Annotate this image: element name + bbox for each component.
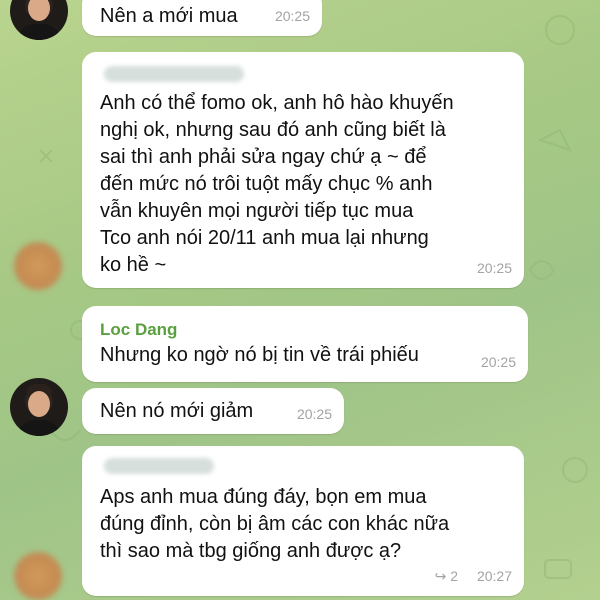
avatar-shirt (16, 420, 62, 436)
message-time: 20:25 (296, 406, 332, 422)
message-line: vẫn khuyên mọi người tiếp tục mua (100, 200, 414, 222)
sender-name[interactable]: Loc Dang (100, 316, 177, 343)
sender-avatar-blurred[interactable] (14, 552, 62, 600)
avatar-face (28, 391, 50, 417)
message-bubble[interactable]: Anh có thể fomo ok, anh hô hào khuyến ng… (82, 52, 524, 288)
message-line: nghị ok, nhưng sau đó anh cũng biết là (100, 119, 446, 141)
message-line: thì sao mà tbg giống anh được ạ? (100, 540, 402, 562)
reply-count: 2 (450, 568, 458, 584)
message-bubble[interactable]: Aps anh mua đúng đáy, bọn em mua đúng đỉ… (82, 446, 524, 596)
message-line: đến mức nó trôi tuột mấy chục % anh (100, 173, 433, 195)
message-text: Anh có thể fomo ok, anh hô hào khuyến ng… (100, 90, 454, 279)
sender-avatar-blurred[interactable] (14, 242, 62, 290)
avatar-face (28, 0, 50, 21)
sender-avatar[interactable] (10, 0, 68, 40)
reply-counter[interactable]: ↪ 2 (435, 563, 458, 590)
message-line: Anh có thể fomo ok, anh hô hào khuyến (100, 92, 454, 114)
message-line: Tco anh nói 20/11 anh mua lại nhưng (100, 227, 429, 249)
message-time: 20:27 (476, 568, 512, 584)
message-bubble[interactable]: Nên a mới mua 20:25 (82, 0, 322, 36)
message-text: Nên a mới mua (100, 5, 238, 27)
message-bubble[interactable]: Loc Dang Nhưng ko ngờ nó bị tin về trái … (82, 306, 528, 382)
message-text: Nhưng ko ngờ nó bị tin về trái phiếu (100, 344, 419, 366)
sender-avatar[interactable] (10, 378, 68, 436)
message-line: đúng đỉnh, còn bị âm các con khác nữa (100, 513, 450, 535)
message-bubble[interactable]: Nên nó mới giảm 20:25 (82, 388, 344, 434)
reply-arrow-icon: ↪ (434, 568, 447, 584)
message-line: sai thì anh phải sửa ngay chứ ạ ~ để (100, 146, 427, 168)
avatar-shirt (16, 24, 62, 40)
sender-name-blurred (104, 458, 214, 474)
message-line: Aps anh mua đúng đáy, bọn em mua (100, 486, 427, 508)
message-text: Aps anh mua đúng đáy, bọn em mua đúng đỉ… (100, 484, 449, 565)
sender-name-blurred (104, 66, 244, 82)
message-line: ko hề ~ (100, 254, 167, 276)
message-time: 20:25 (274, 8, 310, 24)
message-time: 20:25 (476, 260, 512, 276)
message-text: Nên nó mới giảm (100, 400, 254, 422)
message-time: 20:25 (480, 354, 516, 370)
